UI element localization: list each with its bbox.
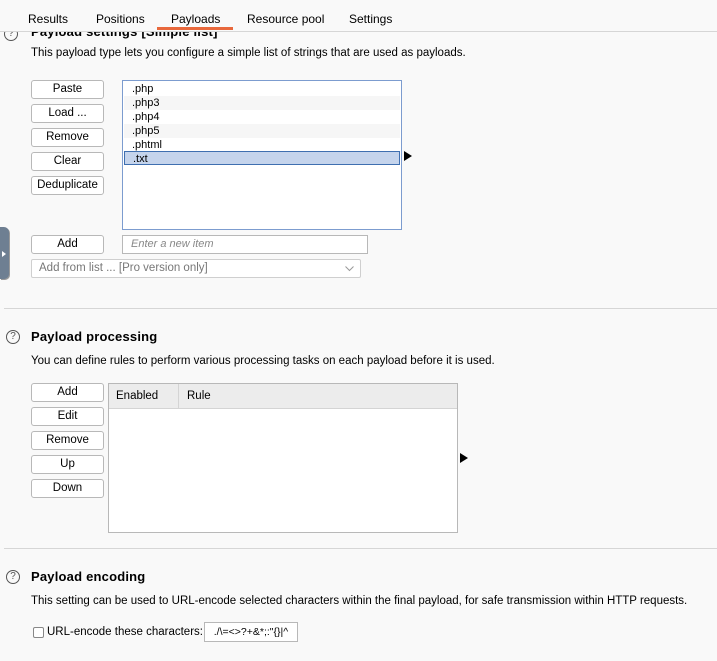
payload-encoding-title: Payload encoding — [31, 569, 146, 584]
processing-rules-table[interactable]: Enabled Rule — [108, 383, 458, 533]
add-from-list-select[interactable]: Add from list ... [Pro version only] — [31, 259, 361, 278]
help-icon[interactable]: ? — [6, 570, 20, 584]
processing-edit-button[interactable]: Edit — [31, 407, 104, 426]
tab-settings[interactable]: Settings — [349, 12, 392, 26]
processing-up-button[interactable]: Up — [31, 455, 104, 474]
payload-processing-title: Payload processing — [31, 329, 158, 344]
tab-bar: Results Positions Payloads Resource pool… — [0, 0, 717, 32]
remove-button[interactable]: Remove — [31, 128, 104, 147]
processing-remove-button[interactable]: Remove — [31, 431, 104, 450]
processing-down-button[interactable]: Down — [31, 479, 104, 498]
column-rule[interactable]: Rule — [180, 384, 457, 408]
expand-arrow-icon[interactable] — [460, 453, 468, 463]
expand-arrow-icon[interactable] — [404, 151, 412, 161]
handle-arrow-icon — [2, 251, 6, 257]
add-from-list-label: Add from list ... [Pro version only] — [39, 262, 208, 274]
add-item-button[interactable]: Add — [31, 235, 104, 254]
url-encode-characters-input[interactable]: ./\=<>?+&*;:"{}|^ — [204, 622, 298, 642]
list-item[interactable]: .php — [124, 82, 400, 96]
chevron-down-icon — [345, 266, 354, 272]
payload-processing-description: You can define rules to perform various … — [31, 355, 495, 367]
processing-add-button[interactable]: Add — [31, 383, 104, 402]
url-encode-checkbox[interactable] — [33, 627, 44, 638]
column-enabled[interactable]: Enabled — [109, 384, 179, 408]
table-header: Enabled Rule — [109, 384, 457, 409]
list-item-selected[interactable]: .txt — [124, 151, 400, 165]
tab-payloads[interactable]: Payloads — [171, 12, 220, 26]
tab-resource-pool[interactable]: Resource pool — [247, 12, 324, 26]
payload-encoding-description: This setting can be used to URL-encode s… — [31, 595, 688, 607]
section-divider — [4, 548, 717, 549]
payload-settings-description: This payload type lets you configure a s… — [31, 47, 466, 59]
clear-button[interactable]: Clear — [31, 152, 104, 171]
help-icon[interactable]: ? — [6, 330, 20, 344]
payload-list[interactable]: .php .php3 .php4 .php5 .phtml .txt — [122, 80, 402, 230]
load-button[interactable]: Load ... — [31, 104, 104, 123]
tab-positions[interactable]: Positions — [96, 12, 145, 26]
section-divider — [4, 308, 717, 309]
tab-results[interactable]: Results — [28, 12, 68, 26]
list-item[interactable]: .php4 — [124, 110, 400, 124]
side-panel-handle[interactable] — [0, 227, 9, 279]
paste-button[interactable]: Paste — [31, 80, 104, 99]
active-tab-indicator — [157, 27, 233, 30]
deduplicate-button[interactable]: Deduplicate — [31, 176, 104, 195]
new-item-input[interactable]: Enter a new item — [122, 235, 368, 254]
list-item[interactable]: .php3 — [124, 96, 400, 110]
url-encode-label: URL-encode these characters: — [47, 626, 203, 638]
list-item[interactable]: .php5 — [124, 124, 400, 138]
list-item[interactable]: .phtml — [124, 138, 400, 152]
